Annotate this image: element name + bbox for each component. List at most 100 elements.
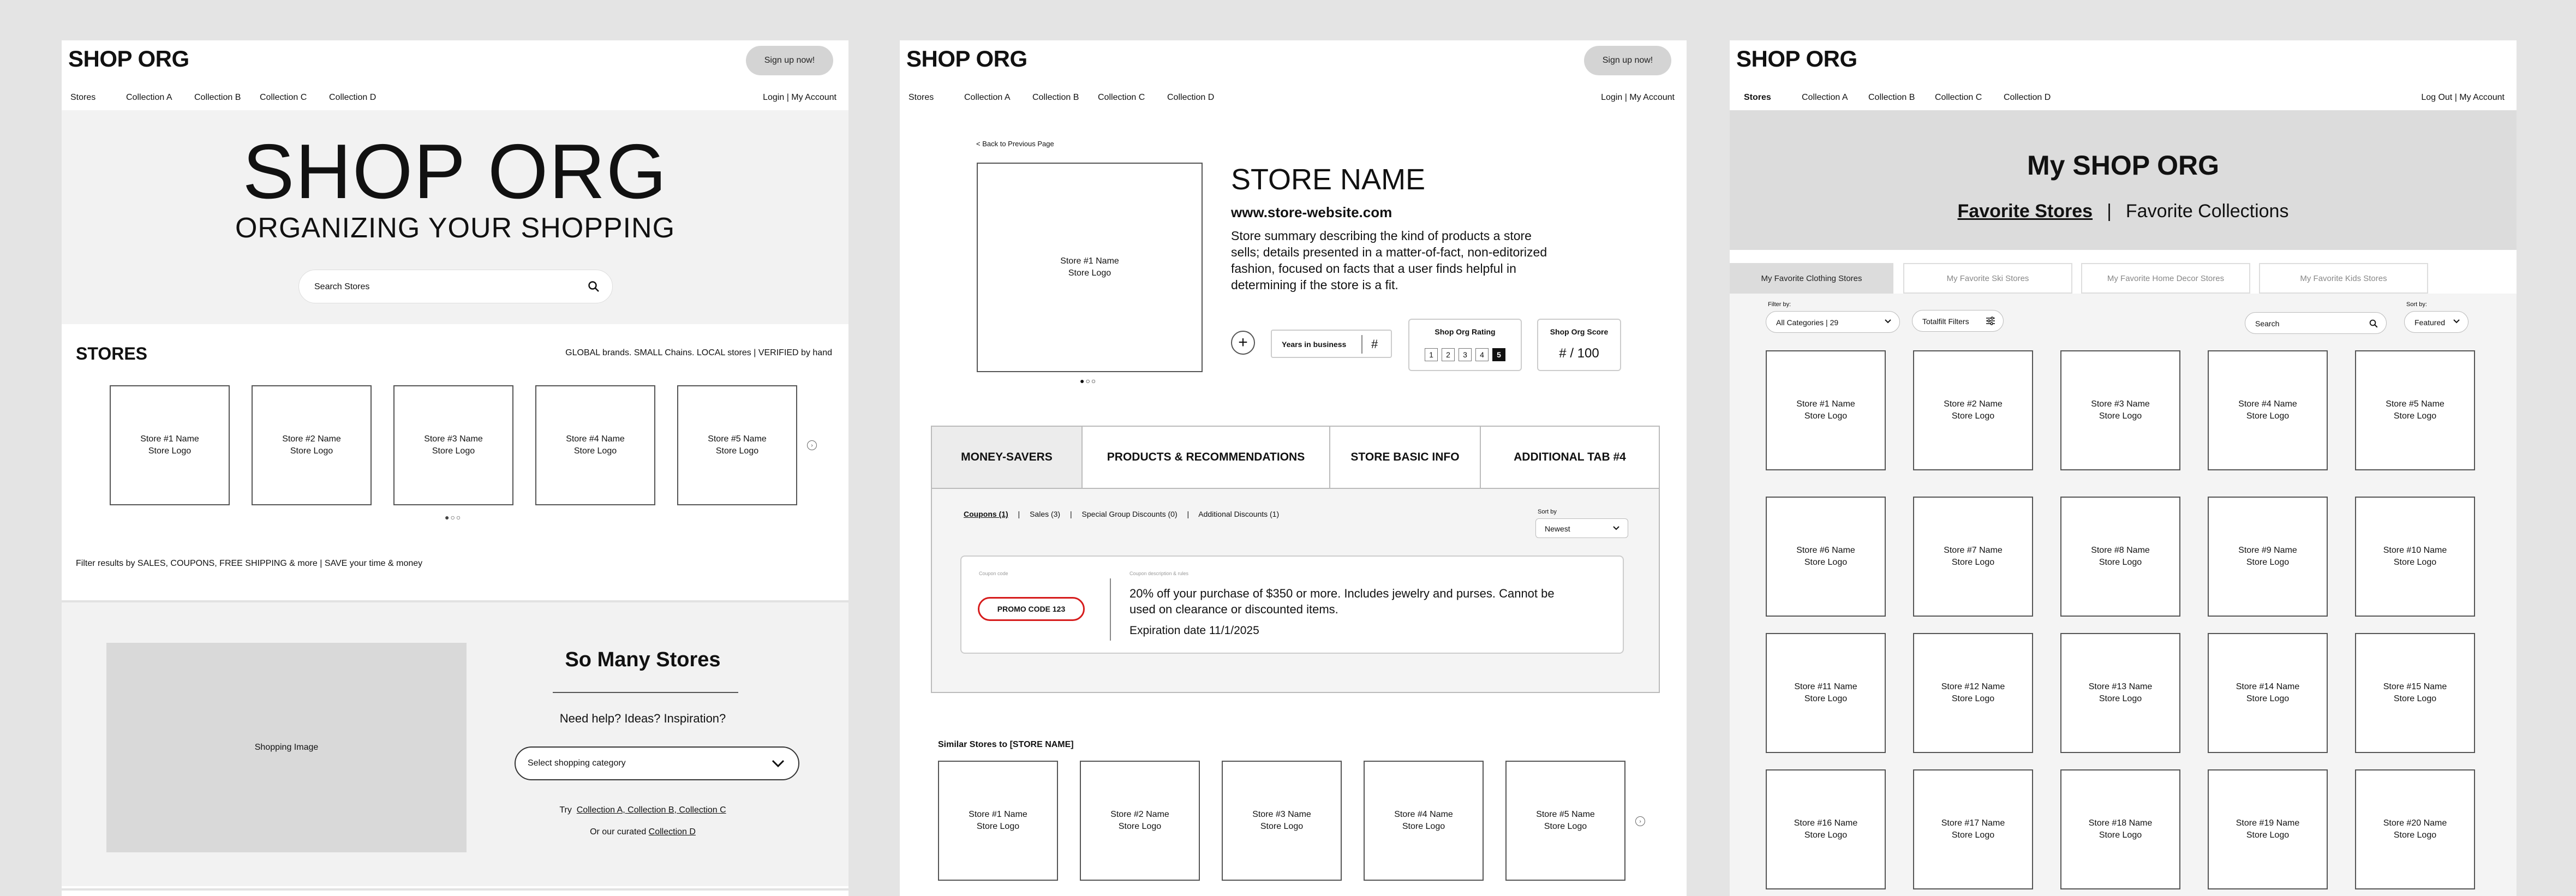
similar-store-card[interactable]: Store #1 Name Store Logo: [938, 761, 1058, 881]
similar-store-card[interactable]: Store #3 Name Store Logo: [1222, 761, 1342, 881]
image-carousel-dots[interactable]: ●○○: [1080, 377, 1097, 385]
stores-section-title: STORES: [76, 344, 147, 363]
favorite-store-card[interactable]: Store #1 Name Store Logo: [1766, 350, 1886, 470]
favorite-store-card[interactable]: Store #16 Name Store Logo: [1766, 769, 1886, 889]
nav-item-collection-a[interactable]: Collection A: [126, 93, 172, 103]
subtab-separator: |: [1018, 510, 1020, 518]
store-card[interactable]: Store #5 Name Store Logo: [677, 385, 797, 505]
promo-code-button[interactable]: PROMO CODE 123: [978, 597, 1085, 621]
favorite-collections-link[interactable]: Favorite Collections: [2126, 201, 2289, 222]
subtab-additional-discounts[interactable]: Additional Discounts (1): [1198, 510, 1279, 518]
favorite-stores-link[interactable]: Favorite Stores: [1958, 201, 2093, 222]
carousel-next-icon[interactable]: ›: [1635, 816, 1645, 826]
tab-ski-stores[interactable]: My Favorite Ski Stores: [1903, 263, 2072, 294]
signup-button[interactable]: Sign up now!: [746, 46, 833, 75]
rating-option-3[interactable]: 3: [1459, 348, 1472, 361]
curated-collection-link[interactable]: Collection D: [649, 827, 696, 837]
nav-item-stores[interactable]: Stores: [909, 93, 934, 103]
nav-item-stores[interactable]: Stores: [1744, 93, 1771, 103]
add-favorite-icon[interactable]: +: [1231, 331, 1255, 355]
nav-item-collection-c[interactable]: Collection C: [1098, 93, 1145, 103]
nav-item-collection-b[interactable]: Collection B: [194, 93, 241, 103]
favorite-store-card[interactable]: Store #13 Name Store Logo: [2060, 633, 2180, 753]
back-link[interactable]: < Back to Previous Page: [976, 140, 1054, 148]
search-icon[interactable]: [587, 280, 600, 293]
favorite-store-card[interactable]: Store #10 Name Store Logo: [2355, 497, 2475, 617]
favorite-store-card[interactable]: Store #7 Name Store Logo: [1913, 497, 2033, 617]
nav-item-collection-d[interactable]: Collection D: [2004, 93, 2051, 103]
account-link[interactable]: Log Out | My Account: [2421, 93, 2505, 103]
favorite-store-card[interactable]: Store #15 Name Store Logo: [2355, 633, 2475, 753]
rating-option-2[interactable]: 2: [1442, 348, 1455, 361]
store-card[interactable]: Store #3 Name Store Logo: [393, 385, 513, 505]
nav-item-collection-c[interactable]: Collection C: [1935, 93, 1982, 103]
shopping-image-label: Shopping Image: [254, 743, 319, 752]
favorite-store-card[interactable]: Store #14 Name Store Logo: [2208, 633, 2328, 753]
carousel-dots[interactable]: ●○○: [445, 513, 462, 522]
site-logo[interactable]: SHOP ORG: [1736, 46, 1857, 72]
similar-store-card[interactable]: Store #2 Name Store Logo: [1080, 761, 1200, 881]
favorites-sort-select[interactable]: Featured: [2404, 311, 2469, 333]
subtab-group-discounts[interactable]: Special Group Discounts (0): [1082, 510, 1178, 518]
nav-item-collection-d[interactable]: Collection D: [329, 93, 376, 103]
tab-store-basic-info[interactable]: STORE BASIC INFO: [1330, 427, 1481, 488]
similar-store-card[interactable]: Store #5 Name Store Logo: [1505, 761, 1625, 881]
nav-item-collection-d[interactable]: Collection D: [1167, 93, 1214, 103]
carousel-next-icon[interactable]: ›: [807, 440, 817, 450]
store-card[interactable]: Store #1 Name Store Logo: [110, 385, 230, 505]
tab-clothing-stores[interactable]: My Favorite Clothing Stores: [1730, 263, 1893, 294]
nav-item-collection-a[interactable]: Collection A: [1802, 93, 1848, 103]
my-page-title: My SHOP ORG: [2027, 150, 2219, 181]
store-search-input[interactable]: Search Stores: [298, 270, 613, 303]
nav-item-stores[interactable]: Stores: [70, 93, 95, 103]
nav-item-collection-c[interactable]: Collection C: [260, 93, 307, 103]
total-filters-button[interactable]: Totalfilt Filters: [1912, 310, 2004, 332]
category-filter-value: All Categories | 29: [1776, 318, 1839, 327]
subtab-coupons[interactable]: Coupons (1): [964, 510, 1008, 518]
category-select[interactable]: Select shopping category: [515, 746, 799, 780]
account-link[interactable]: Login | My Account: [1601, 93, 1675, 103]
tab-home-decor-stores[interactable]: My Favorite Home Decor Stores: [2081, 263, 2250, 294]
favorite-store-card[interactable]: Store #2 Name Store Logo: [1913, 350, 2033, 470]
sort-select[interactable]: Newest: [1535, 518, 1628, 538]
favorite-store-card[interactable]: Store #8 Name Store Logo: [2060, 497, 2180, 617]
tab-products[interactable]: PRODUCTS & RECOMMENDATIONS: [1083, 427, 1330, 488]
site-logo[interactable]: SHOP ORG: [906, 46, 1027, 72]
favorite-store-card[interactable]: Store #9 Name Store Logo: [2208, 497, 2328, 617]
nav-item-collection-a[interactable]: Collection A: [964, 93, 1011, 103]
favorite-store-card[interactable]: Store #18 Name Store Logo: [2060, 769, 2180, 889]
favorite-store-card[interactable]: Store #6 Name Store Logo: [1766, 497, 1886, 617]
stores-tagline: GLOBAL brands. SMALL Chains. LOCAL store…: [565, 348, 832, 357]
site-logo[interactable]: SHOP ORG: [68, 46, 189, 72]
favorite-store-card[interactable]: Store #17 Name Store Logo: [1913, 769, 2033, 889]
tab-additional-4[interactable]: ADDITIONAL TAB #4: [1481, 427, 1659, 488]
rating-option-4[interactable]: 4: [1475, 348, 1489, 361]
favorite-store-card[interactable]: Store #19 Name Store Logo: [2208, 769, 2328, 889]
favorite-store-card[interactable]: Store #4 Name Store Logo: [2208, 350, 2328, 470]
store-card[interactable]: Store #2 Name Store Logo: [252, 385, 372, 505]
chevron-down-icon: [772, 760, 785, 768]
category-filter-select[interactable]: All Categories | 29: [1766, 311, 1900, 333]
signup-button[interactable]: Sign up now!: [1584, 46, 1671, 75]
tab-kids-stores[interactable]: My Favorite Kids Stores: [2259, 263, 2428, 294]
favorites-search-input[interactable]: Search: [2245, 312, 2387, 334]
favorite-store-card[interactable]: Store #5 Name Store Logo: [2355, 350, 2475, 470]
rating-option-5[interactable]: 5: [1492, 348, 1505, 361]
store-website-link[interactable]: www.store-website.com: [1231, 204, 1392, 221]
favorite-store-card[interactable]: Store #11 Name Store Logo: [1766, 633, 1886, 753]
favorite-store-card[interactable]: Store #20 Name Store Logo: [2355, 769, 2475, 889]
subtab-sales[interactable]: Sales (3): [1030, 510, 1060, 518]
nav-item-collection-b[interactable]: Collection B: [1032, 93, 1079, 103]
account-link[interactable]: Login | My Account: [763, 93, 836, 103]
favorite-store-card[interactable]: Store #12 Name Store Logo: [1913, 633, 2033, 753]
store-card[interactable]: Store #4 Name Store Logo: [535, 385, 655, 505]
favorite-tabs: My Favorite Clothing Stores My Favorite …: [1730, 263, 2517, 294]
nav-item-collection-b[interactable]: Collection B: [1868, 93, 1915, 103]
rating-option-1[interactable]: 1: [1425, 348, 1438, 361]
search-icon[interactable]: [2369, 319, 2378, 328]
sort-value: Newest: [1545, 524, 1570, 533]
similar-store-card[interactable]: Store #4 Name Store Logo: [1364, 761, 1484, 881]
favorite-store-card[interactable]: Store #3 Name Store Logo: [2060, 350, 2180, 470]
collection-links[interactable]: Collection A, Collection B, Collection C: [577, 805, 726, 815]
tab-money-savers[interactable]: MONEY-SAVERS: [932, 427, 1083, 488]
